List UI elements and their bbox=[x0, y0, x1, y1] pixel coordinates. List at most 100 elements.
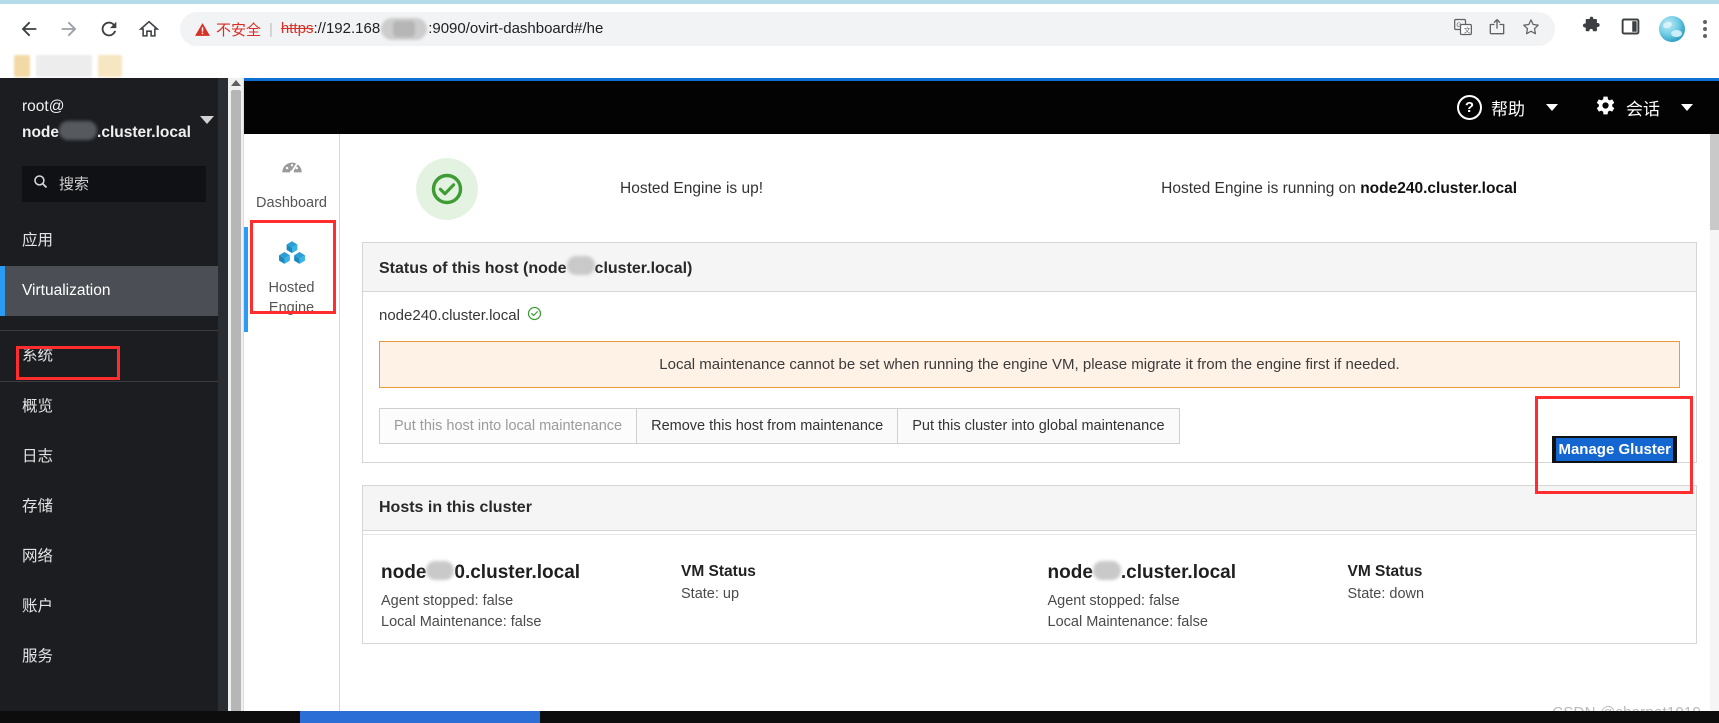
sidebar-user-account: root@ bbox=[22, 98, 65, 115]
omnibox-separator: | bbox=[269, 20, 273, 38]
star-icon[interactable] bbox=[1521, 17, 1541, 42]
redacted-bookmark-2 bbox=[36, 55, 92, 77]
redacted-host-blur bbox=[426, 561, 455, 580]
sidebar-item-overview[interactable]: 概览 bbox=[0, 381, 228, 432]
sidebar-item-services[interactable]: 服务 bbox=[0, 632, 228, 682]
cubes-icon bbox=[250, 239, 333, 271]
manage-gluster-selection[interactable]: Manage Gluster bbox=[1552, 436, 1677, 463]
host-status-panel-body: node240.cluster.local Local maintenance … bbox=[363, 292, 1696, 462]
sidebar-user-text: root@ node .cluster.local bbox=[22, 94, 191, 146]
sidebar-scrollbar[interactable] bbox=[218, 78, 228, 723]
tab-hosted-engine[interactable]: Hosted Engine bbox=[244, 227, 339, 332]
host-name-prefix: node bbox=[381, 562, 427, 583]
insecure-label: 不安全 bbox=[216, 21, 262, 39]
tab-dashboard[interactable]: Dashboard bbox=[244, 142, 339, 227]
cockpit-sidebar: root@ node .cluster.local 应用 Virtualizati… bbox=[0, 78, 228, 723]
host-card-name: node 0.cluster.local bbox=[381, 561, 681, 584]
current-host-line: node240.cluster.local bbox=[379, 306, 1680, 325]
ovirt-content: Hosted Engine is up! Hosted Engine is ru… bbox=[340, 134, 1719, 723]
current-host-name: node240.cluster.local bbox=[379, 307, 520, 324]
manage-gluster-label: Manage Gluster bbox=[1556, 438, 1673, 461]
share-icon[interactable] bbox=[1487, 17, 1507, 42]
host-local-maintenance: Local Maintenance: false bbox=[381, 614, 542, 630]
chevron-down-icon[interactable] bbox=[1681, 104, 1693, 111]
browser-toolbar: 不安全 | https://192.168:9090/ovirt-dashboa… bbox=[0, 4, 1719, 54]
app-root: root@ node .cluster.local 应用 Virtualizati… bbox=[0, 78, 1719, 723]
forward-icon[interactable] bbox=[52, 12, 86, 46]
home-icon[interactable] bbox=[132, 12, 166, 46]
ovirt-body: Dashboard Hosted Engine Hosted Engine is… bbox=[244, 134, 1719, 723]
tab-hosted-engine-label-2: Engine bbox=[268, 300, 315, 316]
content-scrollbar-thumb[interactable] bbox=[1710, 134, 1719, 230]
redacted-host-blur bbox=[1092, 561, 1121, 580]
bottom-edge-strip bbox=[0, 711, 1719, 723]
ovirt-dashboard: ? 帮助 会话 Dashboard Hosted Engine Hosted E… bbox=[244, 78, 1719, 723]
sidebar-item-storage[interactable]: 存储 bbox=[0, 482, 228, 532]
redacted-host-blur bbox=[566, 256, 595, 275]
gear-icon bbox=[1592, 93, 1617, 123]
vm-state: State: down bbox=[1347, 586, 1425, 602]
redacted-bookmark-3 bbox=[98, 55, 122, 77]
help-menu[interactable]: ? 帮助 bbox=[1457, 95, 1558, 120]
search-input[interactable] bbox=[22, 166, 206, 202]
sidebar-item-network[interactable]: 网络 bbox=[0, 532, 228, 582]
gauge-icon bbox=[250, 154, 333, 186]
session-label: 会话 bbox=[1626, 100, 1660, 119]
back-icon[interactable] bbox=[12, 12, 46, 46]
omnibox-actions: G文 bbox=[1453, 17, 1541, 42]
svg-text:文: 文 bbox=[1464, 25, 1471, 34]
host-status-panel-title: Status of this host (node cluster.local) bbox=[363, 243, 1696, 292]
sidebar-item-system[interactable]: 系统 bbox=[0, 330, 228, 381]
scrollbar-thumb[interactable] bbox=[230, 90, 241, 723]
puzzle-icon[interactable] bbox=[1581, 16, 1602, 42]
svg-text:G: G bbox=[1456, 22, 1461, 29]
put-cluster-global-maintenance-button[interactable]: Put this cluster into global maintenance bbox=[897, 408, 1180, 444]
browser-action-icons bbox=[1569, 16, 1707, 42]
translate-icon[interactable]: G文 bbox=[1453, 17, 1473, 42]
search-field[interactable] bbox=[59, 175, 196, 193]
redacted-ip-blur bbox=[381, 18, 428, 40]
chevron-down-icon[interactable] bbox=[1546, 104, 1558, 111]
sidebar-item-virtualization[interactable]: Virtualization bbox=[0, 266, 228, 316]
vm-state: State: up bbox=[681, 586, 740, 602]
put-host-local-maintenance-button[interactable]: Put this host into local maintenance bbox=[379, 408, 638, 444]
check-circle-icon bbox=[416, 158, 478, 220]
sidebar-item-accounts[interactable]: 账户 bbox=[0, 582, 228, 632]
host-card-vm-col: VM Status State: up bbox=[681, 561, 756, 633]
profile-avatar-icon[interactable] bbox=[1659, 16, 1685, 42]
vm-status-title: VM Status bbox=[1347, 563, 1423, 580]
help-label: 帮助 bbox=[1491, 100, 1525, 119]
check-circle-icon bbox=[527, 306, 542, 325]
url-text[interactable]: https://192.168:9090/ovirt-dashboard#/he bbox=[281, 18, 603, 40]
host-status-title-prefix: Status of this host (node bbox=[379, 260, 567, 277]
side-panel-icon[interactable] bbox=[1620, 16, 1641, 42]
host-card[interactable]: node 0.cluster.local Agent stopped: false… bbox=[363, 534, 1030, 643]
kebab-menu-icon[interactable] bbox=[1703, 20, 1707, 38]
ovirt-topbar: ? 帮助 会话 bbox=[244, 78, 1719, 134]
ovirt-vertical-tabs: Dashboard Hosted Engine bbox=[244, 134, 340, 723]
frame-scrollbar[interactable] bbox=[228, 78, 244, 723]
sidebar-user-host-prefix: node bbox=[22, 124, 60, 141]
host-agent-stopped: Agent stopped: false bbox=[381, 593, 514, 609]
host-name-prefix: node bbox=[1047, 562, 1093, 583]
url-path-part: :9090/ovirt-dashboard#/he bbox=[428, 19, 604, 37]
host-name-suffix: 0.cluster.local bbox=[454, 562, 581, 583]
sidebar-item-logs[interactable]: 日志 bbox=[0, 432, 228, 482]
remove-host-from-maintenance-button[interactable]: Remove this host from maintenance bbox=[636, 408, 899, 444]
host-status-panel: Status of this host (node cluster.local) … bbox=[362, 242, 1697, 463]
address-bar[interactable]: 不安全 | https://192.168:9090/ovirt-dashboa… bbox=[180, 12, 1555, 46]
chevron-down-icon[interactable] bbox=[200, 116, 214, 124]
maintenance-button-row: Put this host into local maintenance Rem… bbox=[379, 408, 1680, 444]
session-menu[interactable]: 会话 bbox=[1592, 93, 1693, 123]
reload-icon[interactable] bbox=[92, 12, 126, 46]
host-card[interactable]: node .cluster.local Agent stopped: false … bbox=[1029, 534, 1696, 643]
hosted-engine-running-on: Hosted Engine is running on node240.clus… bbox=[1161, 180, 1517, 198]
content-scrollbar[interactable] bbox=[1710, 134, 1719, 723]
tab-dashboard-label: Dashboard bbox=[256, 195, 327, 211]
question-circle-icon: ? bbox=[1457, 95, 1482, 120]
scroll-up-arrow-icon[interactable] bbox=[230, 80, 241, 86]
url-scheme: https bbox=[280, 19, 314, 37]
sidebar-user-block[interactable]: root@ node .cluster.local bbox=[0, 78, 228, 160]
sidebar-item-apps[interactable]: 应用 bbox=[0, 216, 228, 266]
